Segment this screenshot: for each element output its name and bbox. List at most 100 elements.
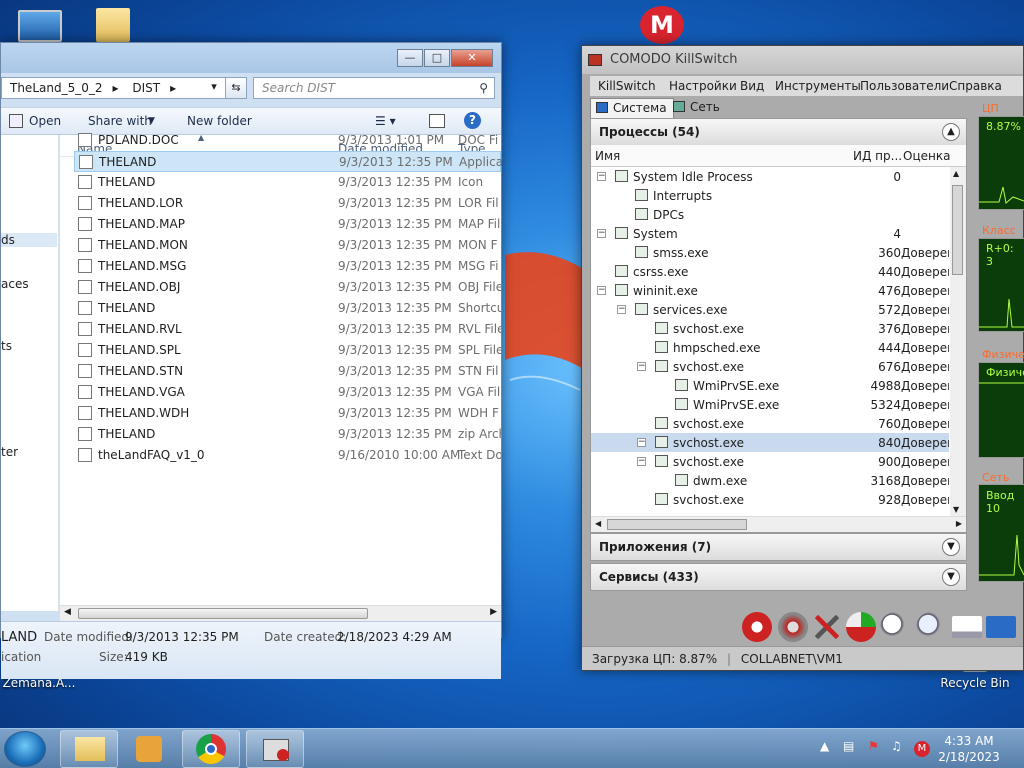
- tree-toggle-icon[interactable]: −: [597, 229, 606, 238]
- file-row[interactable]: PDLAND.DOC 9/3/2013 1:01 PM DOC Fi: [74, 130, 501, 151]
- process-row[interactable]: − svchost.exe 900Доверен: [591, 452, 949, 471]
- explorer-titlebar[interactable]: — □ ✕: [1, 43, 501, 73]
- file-row[interactable]: THELAND 9/3/2013 12:35 PM zip Arch: [74, 424, 501, 445]
- process-row[interactable]: − System Idle Process 0: [591, 167, 949, 186]
- breadcrumb-segment[interactable]: TheLand_5_0_2: [10, 81, 102, 95]
- file-row[interactable]: THELAND.OBJ 9/3/2013 12:35 PM OBJ File: [74, 277, 501, 298]
- monitor-icon[interactable]: [986, 616, 1016, 638]
- file-row[interactable]: THELAND 9/3/2013 12:35 PM Shortcu: [74, 298, 501, 319]
- collapse-icon[interactable]: ▲: [942, 123, 960, 141]
- process-row[interactable]: dwm.exe 3168Доверен: [591, 471, 949, 490]
- window-icon[interactable]: [952, 616, 982, 638]
- menu-item-settings[interactable]: Настройки: [669, 79, 737, 93]
- maximize-button[interactable]: □: [424, 49, 450, 67]
- tree-toggle-icon[interactable]: −: [637, 362, 646, 371]
- scroll-right-icon[interactable]: ▶: [956, 519, 962, 528]
- share-with-button[interactable]: Share with: [88, 114, 152, 128]
- process-row[interactable]: svchost.exe 376Доверен: [591, 319, 949, 338]
- help-icon[interactable]: ?: [464, 112, 481, 129]
- magnifier-icon[interactable]: [880, 612, 910, 642]
- expand-icon[interactable]: ▼: [942, 568, 960, 586]
- clock[interactable]: 4:33 AM 2/18/2023: [930, 733, 1008, 765]
- minimize-button[interactable]: —: [397, 49, 423, 67]
- computer-icon[interactable]: [18, 10, 62, 42]
- file-row[interactable]: THELAND.STN 9/3/2013 12:35 PM STN Fil: [74, 361, 501, 382]
- scroll-up-icon[interactable]: ▲: [953, 169, 959, 178]
- scrollbar-thumb[interactable]: [952, 185, 963, 275]
- process-row[interactable]: smss.exe 360Доверен: [591, 243, 949, 262]
- process-row[interactable]: hmpsched.exe 444Доверен: [591, 338, 949, 357]
- file-row[interactable]: THELAND 9/3/2013 12:35 PM Icon: [74, 172, 501, 193]
- process-row[interactable]: − wininit.exe 476Доверен: [591, 281, 949, 300]
- tree-toggle-icon[interactable]: −: [617, 305, 626, 314]
- applications-header[interactable]: Приложения (7) ▼: [591, 534, 966, 560]
- scroll-down-icon[interactable]: ▼: [953, 505, 959, 514]
- tab-network[interactable]: Сеть: [668, 98, 726, 118]
- process-row[interactable]: − svchost.exe 840Доверен: [591, 433, 949, 452]
- gear-icon[interactable]: [778, 612, 808, 642]
- scroll-left-icon[interactable]: ◀: [64, 607, 71, 617]
- file-row[interactable]: THELAND.MAP 9/3/2013 12:35 PM MAP Fil: [74, 214, 501, 235]
- horizontal-scrollbar[interactable]: ◀ ▶: [591, 516, 966, 532]
- close-button[interactable]: ✕: [451, 49, 493, 67]
- menu-item-view[interactable]: Вид: [740, 79, 764, 93]
- scroll-left-icon[interactable]: ◀: [595, 519, 601, 528]
- column-header-pid[interactable]: ИД пр...: [853, 149, 902, 163]
- taskbar-chrome[interactable]: [182, 730, 240, 768]
- file-row[interactable]: THELAND.RVL 9/3/2013 12:35 PM RVL File: [74, 319, 501, 340]
- taskbar-explorer[interactable]: [60, 730, 118, 768]
- scrollbar-thumb[interactable]: [78, 608, 368, 619]
- file-row[interactable]: THELAND.LOR 9/3/2013 12:35 PM LOR Fil: [74, 193, 501, 214]
- tools-icon[interactable]: [812, 612, 842, 642]
- start-button[interactable]: [4, 731, 46, 767]
- column-header-name[interactable]: Имя: [595, 149, 620, 163]
- vertical-scrollbar[interactable]: ▲ ▼: [950, 167, 966, 516]
- file-row[interactable]: THELAND.VGA 9/3/2013 12:35 PM VGA Fil: [74, 382, 501, 403]
- killswitch-titlebar[interactable]: COMODO KillSwitch: [582, 46, 1023, 74]
- file-row[interactable]: THELAND.MON 9/3/2013 12:35 PM MON F: [74, 235, 501, 256]
- open-button[interactable]: Open: [29, 114, 61, 128]
- process-row[interactable]: WmiPrvSE.exe 4988Доверен: [591, 376, 949, 395]
- mega-icon[interactable]: M: [640, 6, 684, 44]
- nav-item[interactable]: ts: [1, 339, 12, 353]
- file-row[interactable]: THELAND.SPL 9/3/2013 12:35 PM SPL File: [74, 340, 501, 361]
- process-row[interactable]: − svchost.exe 676Доверен: [591, 357, 949, 376]
- taskbar-killswitch[interactable]: [246, 730, 304, 768]
- tree-toggle-icon[interactable]: −: [597, 286, 606, 295]
- process-row[interactable]: csrss.exe 440Доверен: [591, 262, 949, 281]
- view-options-icon[interactable]: ☰ ▾: [375, 114, 396, 128]
- nav-item[interactable]: aces: [1, 277, 29, 291]
- tree-toggle-icon[interactable]: −: [597, 172, 606, 181]
- nav-item[interactable]: ds: [1, 233, 57, 247]
- menu-item-killswitch[interactable]: KillSwitch: [598, 79, 656, 93]
- menu-item-tools[interactable]: Инструменты: [775, 79, 861, 93]
- network-tray-icon[interactable]: ▤: [843, 739, 854, 753]
- process-row[interactable]: svchost.exe 928Доверен: [591, 490, 949, 509]
- file-row[interactable]: THELAND 9/3/2013 12:35 PM Applica: [74, 151, 502, 172]
- expand-icon[interactable]: ▼: [942, 538, 960, 556]
- file-row[interactable]: THELAND.WDH 9/3/2013 12:35 PM WDH F: [74, 403, 501, 424]
- menu-item-help[interactable]: Справка: [949, 79, 1002, 93]
- show-hidden-icons[interactable]: ▲: [820, 739, 829, 753]
- breadcrumb-segment[interactable]: DIST: [132, 81, 160, 95]
- mega-tray-icon[interactable]: M: [914, 741, 930, 757]
- process-row[interactable]: Interrupts: [591, 186, 949, 205]
- address-dropdown-button[interactable]: ▾: [203, 77, 225, 99]
- new-folder-button[interactable]: New folder: [187, 114, 252, 128]
- search-input[interactable]: Search DIST ⚲: [253, 77, 495, 99]
- tab-system[interactable]: Система: [590, 98, 674, 118]
- scroll-right-icon[interactable]: ▶: [490, 607, 497, 617]
- services-header[interactable]: Сервисы (433) ▼: [591, 564, 966, 590]
- preview-pane-icon[interactable]: [429, 114, 445, 128]
- nav-item[interactable]: ter: [1, 445, 18, 459]
- tree-toggle-icon[interactable]: −: [637, 457, 646, 466]
- action-center-icon[interactable]: ⚑: [868, 739, 879, 753]
- folder-icon[interactable]: [96, 8, 130, 42]
- process-row[interactable]: DPCs: [591, 205, 949, 224]
- refresh-button[interactable]: ⇆: [225, 77, 247, 99]
- search-process-icon[interactable]: [916, 612, 946, 642]
- process-row[interactable]: svchost.exe 760Доверен: [591, 414, 949, 433]
- file-row[interactable]: theLandFAQ_v1_0 9/16/2010 10:00 AM Text Do: [74, 445, 501, 466]
- scrollbar-thumb[interactable]: [607, 519, 747, 530]
- column-header-rating[interactable]: Оценка: [903, 149, 950, 163]
